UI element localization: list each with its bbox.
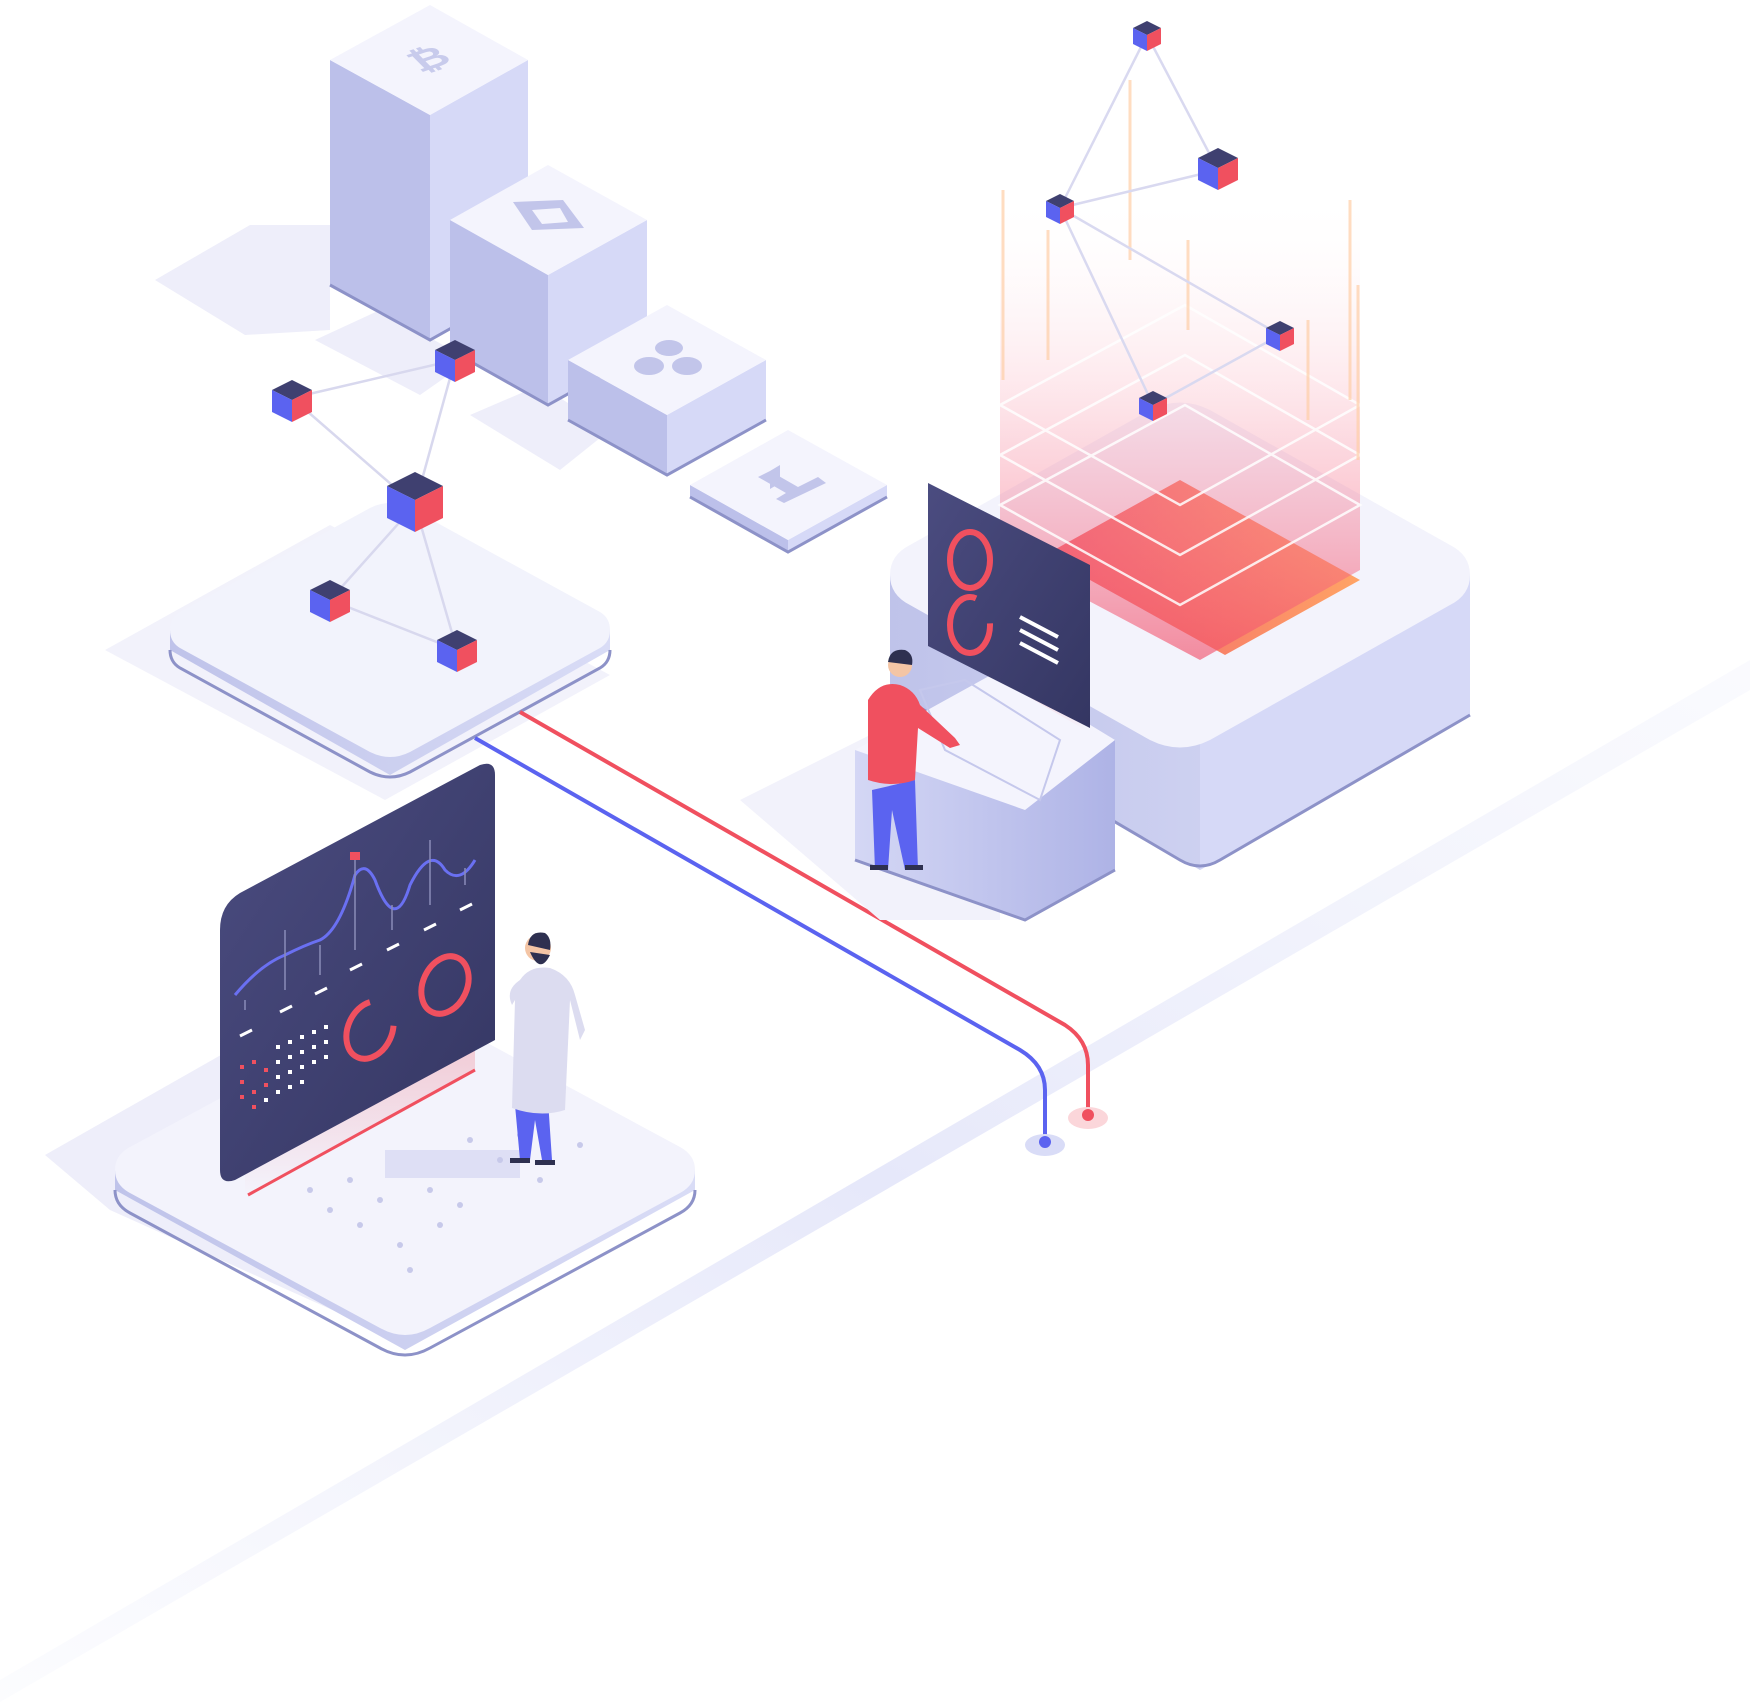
litecoin-block xyxy=(689,430,888,554)
isometric-blockchain-illustration: ₿ xyxy=(0,5,1750,1702)
coin-blocks-group: ₿ xyxy=(155,5,888,554)
flag-icon xyxy=(350,852,360,860)
cube-icon xyxy=(272,380,312,422)
cube-icon xyxy=(1198,148,1238,190)
network-platform xyxy=(105,503,612,800)
cube-icon xyxy=(1133,21,1161,51)
illustration-canvas: ₿ xyxy=(0,0,1750,1702)
